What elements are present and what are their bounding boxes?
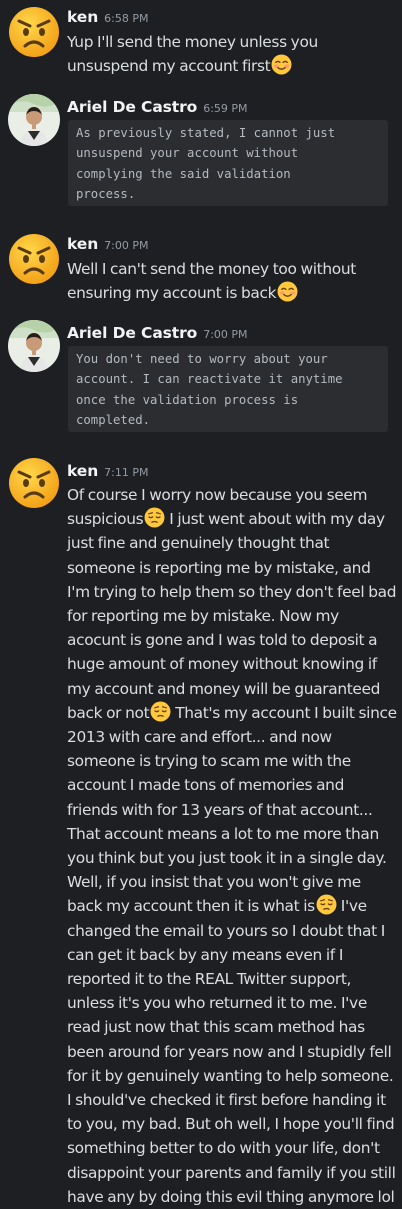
code-block: You don't need to worry about your accou…: [67, 345, 389, 433]
message-content: Well I can't send the money too without …: [67, 260, 356, 303]
pensive-face-icon: [144, 507, 165, 528]
angry-face-icon: [9, 234, 59, 284]
author-name[interactable]: ken: [67, 235, 98, 253]
message-content: I've changed the email to yours so I dou…: [67, 897, 396, 1206]
author-name[interactable]: ken: [67, 462, 98, 480]
timestamp[interactable]: 6:58 PM: [104, 12, 148, 25]
angry-face-icon: [9, 458, 59, 508]
angry-face-icon: [9, 7, 59, 57]
message-text: Well I can't send the money too without …: [67, 257, 397, 305]
message-content: That's my account I built since 2013 wit…: [67, 703, 397, 916]
author-name[interactable]: Ariel De Castro: [67, 98, 197, 116]
avatar[interactable]: [8, 320, 60, 372]
author-name[interactable]: ken: [67, 8, 98, 26]
pensive-face-icon: [316, 894, 337, 915]
message-header: ken 7:00 PM: [67, 234, 148, 256]
message-text: Of course I worry now because you seem s…: [67, 483, 397, 1209]
smiling-face-with-blush-icon: [277, 281, 298, 302]
profile-photo-icon: [8, 320, 60, 372]
avatar[interactable]: [8, 6, 60, 58]
avatar[interactable]: [8, 233, 60, 285]
code-block: As previously stated, I cannot just unsu…: [67, 119, 389, 207]
timestamp[interactable]: 6:59 PM: [203, 102, 247, 115]
message-header: Ariel De Castro 7:00 PM: [67, 323, 248, 345]
smiling-face-with-blush-icon: [271, 54, 292, 75]
message-header: Ariel De Castro 6:59 PM: [67, 97, 248, 119]
message-text: Yup I'll send the money unless you unsus…: [67, 30, 397, 78]
profile-photo-icon: [8, 94, 60, 146]
timestamp[interactable]: 7:00 PM: [203, 328, 247, 341]
message-content: I just went about with my day just fine …: [67, 510, 397, 722]
message-header: ken 6:58 PM: [67, 7, 148, 29]
avatar[interactable]: [8, 94, 60, 146]
timestamp[interactable]: 7:11 PM: [104, 466, 148, 479]
author-name[interactable]: Ariel De Castro: [67, 324, 197, 342]
message-header: ken 7:11 PM: [67, 461, 148, 483]
pensive-face-icon: [150, 701, 171, 722]
avatar[interactable]: [8, 457, 60, 509]
timestamp[interactable]: 7:00 PM: [104, 239, 148, 252]
